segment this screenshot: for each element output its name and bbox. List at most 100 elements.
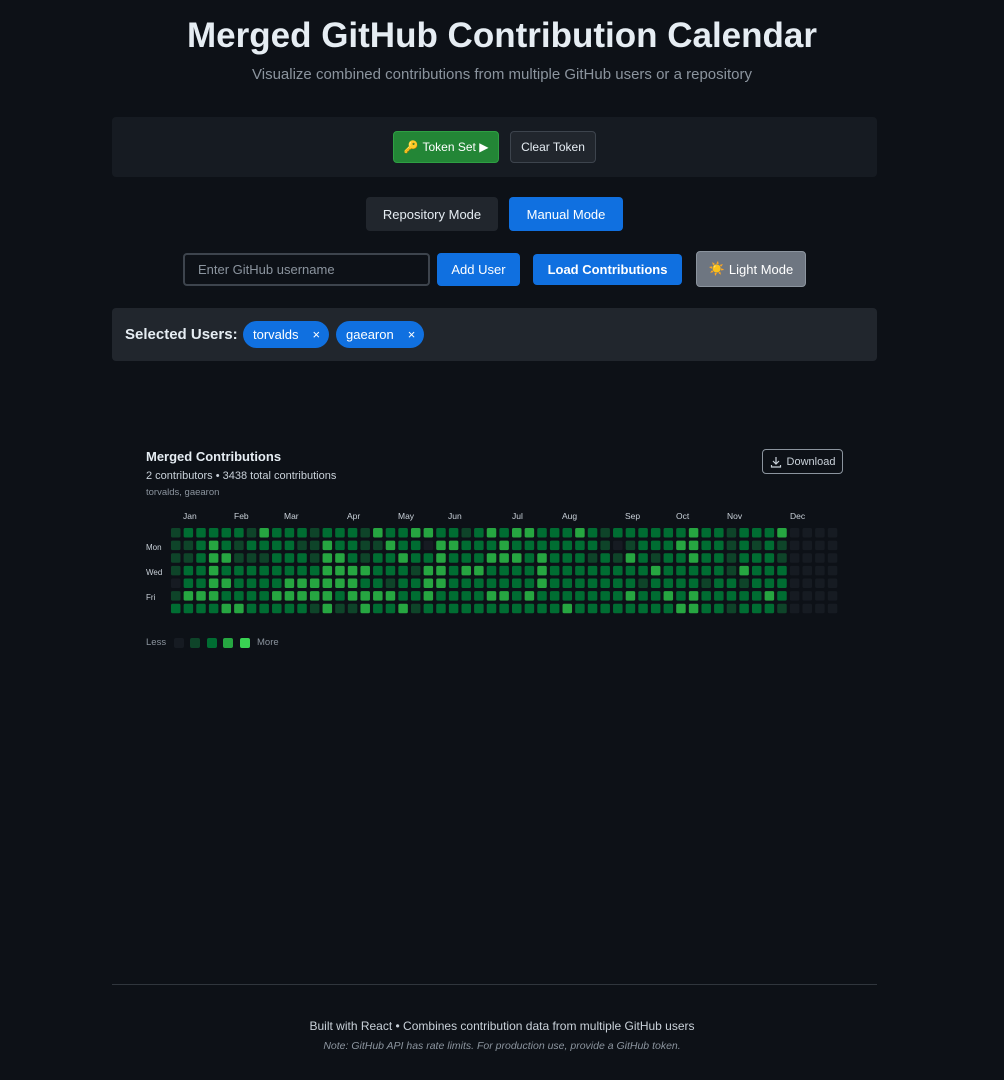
contribution-cell (461, 553, 471, 563)
contribution-cell (234, 528, 244, 538)
username-input[interactable] (183, 253, 430, 286)
contribution-cell (410, 528, 421, 538)
contribution-cell (259, 540, 269, 551)
contribution-cell (423, 528, 434, 538)
remove-user-icon[interactable]: × (408, 327, 416, 342)
contribution-cell (739, 553, 749, 563)
legend-cell (223, 638, 233, 648)
contribution-cell (512, 591, 522, 601)
month-label: Feb (234, 511, 249, 521)
contribution-cell (208, 540, 219, 551)
contribution-cell (360, 553, 370, 563)
month-label: Nov (727, 511, 743, 521)
contribution-cell (802, 553, 812, 563)
contribution-cell (410, 553, 421, 563)
clear-token-button[interactable]: Clear Token (510, 131, 596, 163)
add-user-button[interactable]: Add User (437, 253, 520, 286)
contribution-cell (385, 603, 396, 614)
contribution-cell (549, 591, 560, 601)
contribution-cell (423, 565, 434, 576)
month-label: Jun (448, 511, 462, 521)
contribution-cell (663, 528, 674, 538)
contribution-cell (196, 603, 206, 614)
token-set-button[interactable]: 🔑 Token Set ▶ (393, 131, 499, 163)
contribution-cell (650, 540, 661, 551)
selected-users-label: Selected Users: (125, 326, 238, 343)
contribution-cell (234, 591, 244, 601)
contribution-cell (448, 565, 459, 576)
load-contributions-button[interactable]: Load Contributions (533, 254, 682, 285)
contribution-cell (183, 553, 194, 563)
contribution-cell (827, 565, 838, 576)
month-label: Sep (625, 511, 641, 521)
contribution-cell (802, 603, 812, 614)
contribution-cell (448, 553, 459, 563)
download-button[interactable]: Download (762, 449, 843, 474)
contribution-cell (385, 578, 396, 589)
contribution-cell (751, 578, 762, 589)
contribution-cell (777, 578, 787, 589)
contribution-cell (676, 603, 686, 614)
contribution-cell (815, 528, 825, 538)
contribution-cell (171, 591, 181, 601)
contribution-cell (309, 540, 320, 551)
contribution-cell (246, 603, 257, 614)
contribution-cell (638, 603, 648, 614)
contribution-cell (474, 540, 484, 551)
month-label: Jan (183, 511, 197, 521)
contribution-cell (221, 553, 232, 563)
contribution-cell (221, 578, 232, 589)
contribution-cell (385, 565, 396, 576)
contribution-cell (398, 528, 408, 538)
contribution-cell (448, 591, 459, 601)
contribution-cell (259, 528, 269, 538)
contribution-cell (587, 578, 598, 589)
contribution-cell (486, 540, 497, 551)
contribution-cell (638, 578, 648, 589)
calendar-users: torvalds, gaearon (146, 487, 220, 498)
contribution-cell (272, 578, 282, 589)
contribution-cell (171, 528, 181, 538)
contribution-cell (764, 591, 775, 601)
contribution-cell (600, 591, 610, 601)
contribution-cell (259, 553, 269, 563)
contribution-cell (827, 540, 838, 551)
contribution-cell (259, 603, 269, 614)
contribution-cell (221, 591, 232, 601)
contribution-cell (373, 540, 383, 551)
contribution-cell (347, 578, 358, 589)
contribution-cell (398, 540, 408, 551)
contribution-cell (688, 603, 699, 614)
contribution-cell (183, 591, 194, 601)
manual-mode-button[interactable]: Manual Mode (509, 197, 623, 231)
remove-user-icon[interactable]: × (313, 327, 321, 342)
day-label: Fri (146, 593, 156, 602)
contribution-cell (309, 553, 320, 563)
contribution-cell (322, 528, 333, 538)
contribution-cell (714, 553, 724, 563)
contribution-cell (575, 565, 585, 576)
download-label: Download (786, 455, 836, 468)
contribution-cell (373, 578, 383, 589)
legend-less-label: Less (146, 637, 167, 648)
contribution-cell (739, 578, 749, 589)
contribution-cell (259, 565, 269, 576)
contribution-cell (663, 591, 674, 601)
download-icon (770, 456, 781, 468)
contribution-cell (461, 528, 471, 538)
contribution-cell (183, 603, 194, 614)
contribution-cell (461, 565, 471, 576)
day-label: Mon (146, 543, 162, 552)
contribution-cell (688, 553, 699, 563)
contribution-cell (688, 591, 699, 601)
contribution-cell (474, 553, 484, 563)
contribution-cell (196, 565, 206, 576)
contribution-cell (474, 578, 484, 589)
light-mode-button[interactable]: ☀️ Light Mode (696, 251, 806, 287)
contribution-cell (726, 553, 737, 563)
contribution-cell (650, 578, 661, 589)
sun-icon: ☀️ (708, 261, 725, 276)
repository-mode-button[interactable]: Repository Mode (366, 197, 498, 231)
contribution-cell (423, 591, 434, 601)
calendar-title: Merged Contributions (146, 449, 282, 464)
